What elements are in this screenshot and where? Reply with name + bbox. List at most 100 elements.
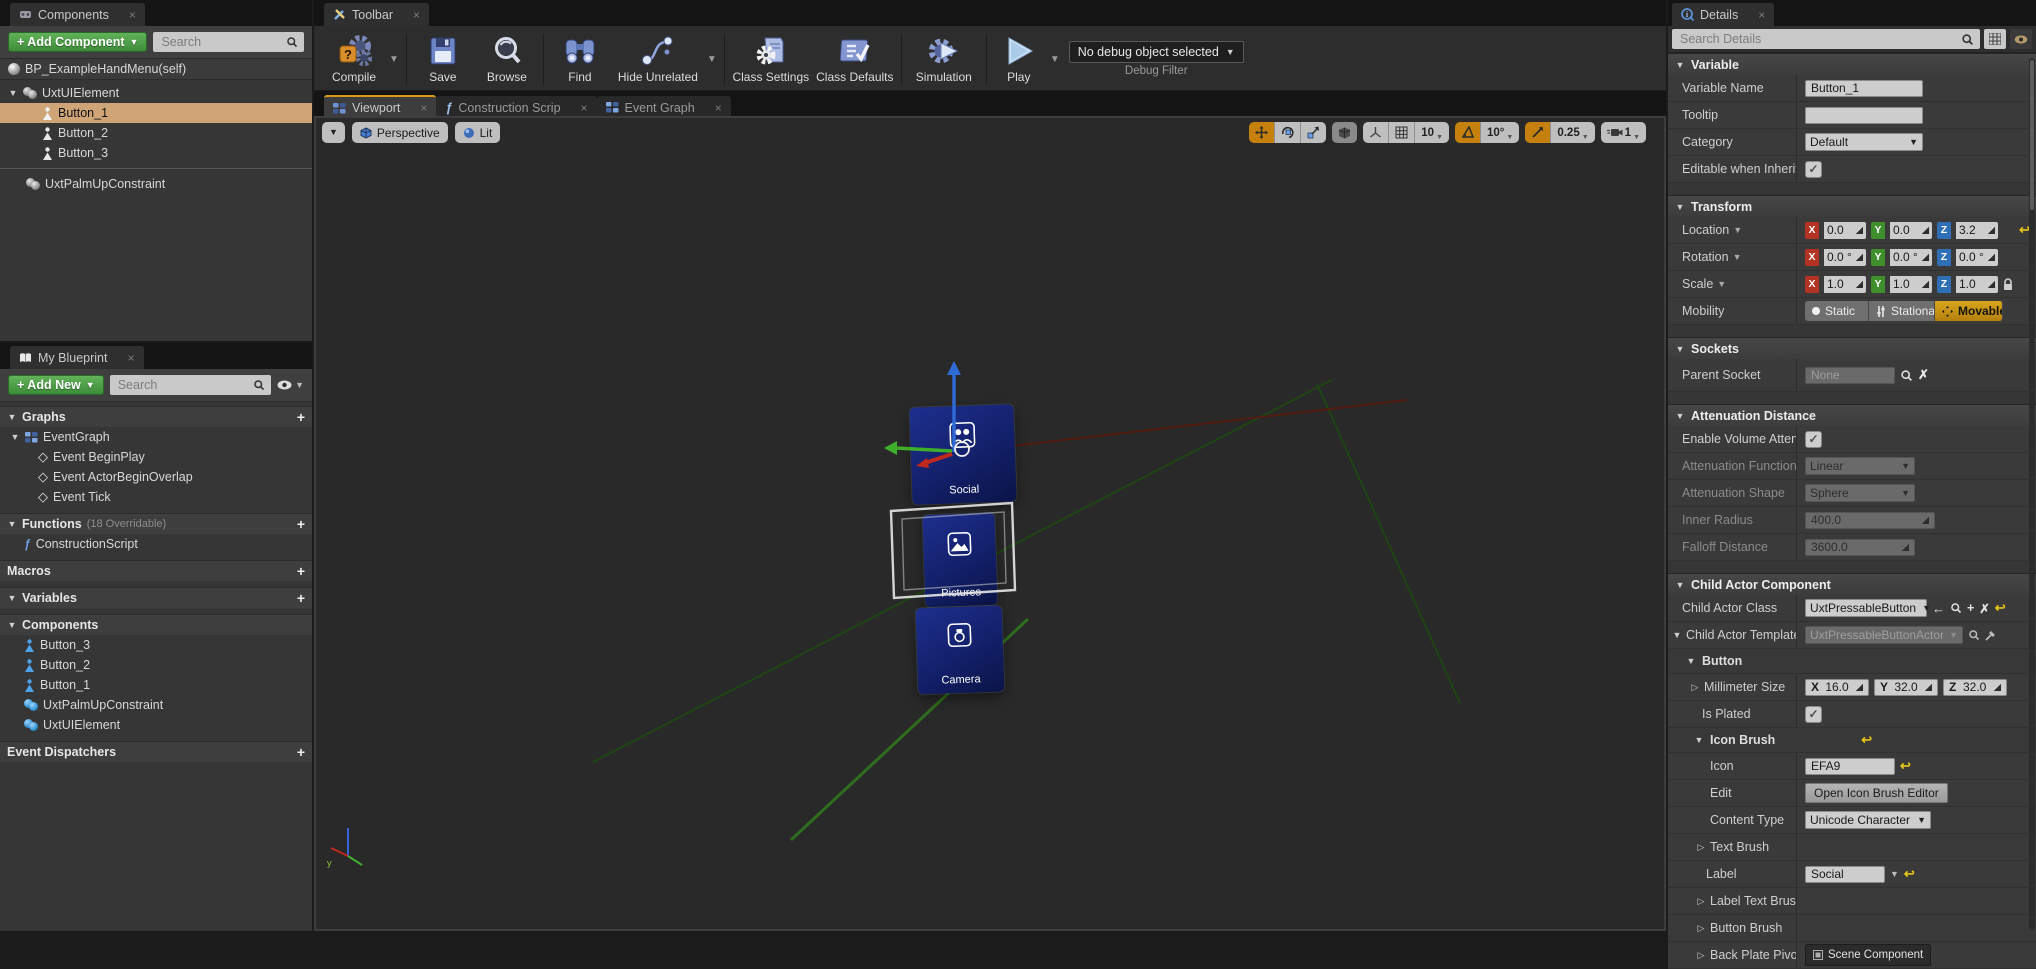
mobility-stationary-button[interactable]: Stationary — [1869, 301, 1935, 321]
tree-item-button3[interactable]: Button_3 — [0, 143, 312, 163]
chevron-down-icon[interactable]: ▼ — [1733, 253, 1742, 262]
mobility-static-button[interactable]: Static — [1805, 301, 1869, 321]
viewport-options-button[interactable]: ▼ — [322, 122, 345, 143]
collapse-arrow-icon[interactable]: ▼ — [10, 432, 20, 442]
drag-handle-icon[interactable] — [1855, 253, 1863, 261]
drag-handle-icon[interactable] — [1987, 253, 1995, 261]
grid-snap-value-button[interactable]: 10 ▼ — [1415, 122, 1449, 143]
close-icon[interactable]: × — [127, 351, 134, 365]
scale-snap-toggle[interactable] — [1525, 122, 1551, 143]
collapse-arrow-icon[interactable]: ▼ — [1672, 630, 1682, 640]
icon-brush-header[interactable]: ▼ Icon Brush ↩ — [1668, 728, 2036, 753]
child-actor-template-dropdown[interactable]: UxtPressableButtonActor-1 ▼ — [1805, 626, 1963, 644]
clear-socket-icon[interactable]: ✗ — [1918, 367, 1929, 383]
root-actor-row[interactable]: BP_ExampleHandMenu(self) — [0, 59, 312, 80]
menu-panel-camera[interactable]: Camera — [916, 606, 1005, 695]
mb-component-row[interactable]: Button_2 — [0, 655, 312, 675]
button-subsection-header[interactable]: ▼ Button — [1668, 649, 2036, 674]
grid-snap-toggle[interactable] — [1389, 122, 1415, 143]
close-icon[interactable]: × — [1758, 8, 1765, 22]
event-beginplay-row[interactable]: ◇ Event BeginPlay — [0, 447, 312, 467]
camera-speed-button[interactable]: 1 ▼ — [1601, 122, 1646, 143]
add-function-icon[interactable]: + — [297, 516, 305, 532]
lit-button[interactable]: Lit — [455, 122, 501, 143]
play-button[interactable]: Play — [991, 28, 1047, 90]
components-search-input[interactable] — [159, 34, 282, 50]
mm-x-field[interactable]: X 16.0 — [1805, 679, 1869, 696]
tree-item-button2[interactable]: Button_2 — [0, 123, 312, 143]
location-y-field[interactable]: 0.0 — [1890, 222, 1932, 239]
attenuation-section-header[interactable]: ▼ Attenuation Distance — [1668, 404, 2036, 426]
tab-my-blueprint[interactable]: My Blueprint × — [10, 346, 144, 369]
reset-label-icon[interactable]: ↩ — [1904, 866, 1915, 882]
display-filter-button[interactable] — [2010, 29, 2032, 49]
add-icon[interactable]: + — [1967, 601, 1974, 615]
child-actor-section-header[interactable]: ▼ Child Actor Component — [1668, 573, 2036, 595]
details-search-input[interactable] — [1678, 31, 1957, 47]
drag-handle-icon[interactable] — [1855, 280, 1863, 288]
expand-arrow-icon[interactable]: ▷ — [1696, 896, 1706, 907]
scale-y-field[interactable]: 1.0 — [1890, 276, 1932, 293]
compile-button[interactable]: ? Compile — [322, 28, 386, 90]
play-options-caret[interactable]: ▼ — [1047, 28, 1063, 90]
close-icon[interactable]: × — [420, 101, 427, 115]
class-settings-button[interactable]: Class Settings — [729, 28, 813, 90]
browse-button[interactable]: Browse — [475, 28, 539, 90]
mb-component-row[interactable]: Button_3 — [0, 635, 312, 655]
event-actorbeginoverlap-row[interactable]: ◇ Event ActorBeginOverlap — [0, 467, 312, 487]
lock-icon[interactable] — [2003, 278, 2013, 291]
close-icon[interactable]: × — [129, 8, 136, 22]
editable-checkbox[interactable]: ✓ — [1805, 161, 1822, 178]
add-graph-icon[interactable]: + — [297, 409, 305, 425]
scale-snap-value-button[interactable]: 0.25 ▼ — [1551, 122, 1594, 143]
my-blueprint-search-input[interactable] — [116, 377, 249, 393]
drag-handle-icon[interactable] — [1921, 226, 1929, 234]
tree-item-uxtuielement[interactable]: ▼ UxtUIElement — [0, 83, 312, 103]
drag-handle-icon[interactable] — [1987, 226, 1995, 234]
viewport-canvas[interactable]: Social Pictures Camera — [314, 116, 1666, 931]
components-section-header[interactable]: ▼ Components — [0, 614, 312, 635]
expand-arrow-icon[interactable]: ▷ — [1696, 923, 1706, 934]
close-icon[interactable]: × — [715, 101, 722, 115]
reset-icon-icon[interactable]: ↩ — [1900, 758, 1911, 774]
mobility-movable-button[interactable]: Movable — [1935, 301, 2003, 321]
falloff-distance-field[interactable]: 3600.0 — [1805, 539, 1915, 556]
icon-input[interactable] — [1805, 758, 1895, 775]
scale-tool-button[interactable] — [1301, 122, 1326, 143]
parent-socket-field[interactable]: None — [1805, 367, 1895, 384]
visibility-filter-button[interactable]: ▼ — [277, 380, 304, 390]
use-selected-icon[interactable]: ← — [1932, 601, 1945, 616]
category-dropdown[interactable]: Default ▼ — [1805, 133, 1923, 151]
close-icon[interactable]: × — [581, 101, 588, 115]
event-dispatchers-header[interactable]: Event Dispatchers + — [0, 741, 312, 762]
chevron-down-icon[interactable]: ▼ — [1717, 280, 1726, 289]
components-search[interactable] — [153, 32, 304, 52]
chevron-down-icon[interactable]: ▼ — [1890, 870, 1899, 879]
add-new-button[interactable]: + Add New ▼ — [8, 375, 104, 395]
scene-component-chip[interactable]: Scene Component — [1805, 944, 1931, 966]
inner-radius-field[interactable]: 400.0 — [1805, 512, 1935, 529]
functions-header[interactable]: ▼ Functions (18 Overridable) + — [0, 513, 312, 534]
tab-details[interactable]: i Details × — [1672, 3, 1774, 26]
simulation-button[interactable]: Simulation — [906, 28, 982, 90]
clear-icon[interactable]: ✗ — [1979, 601, 1989, 616]
constructionscript-row[interactable]: ƒ ConstructionScript — [0, 534, 312, 554]
macros-header[interactable]: Macros + — [0, 560, 312, 581]
add-macro-icon[interactable]: + — [297, 563, 305, 579]
drag-handle-icon[interactable] — [1987, 280, 1995, 288]
attenuation-function-dropdown[interactable]: Linear ▼ — [1805, 457, 1915, 475]
drag-handle-icon[interactable] — [1921, 280, 1929, 288]
variables-header[interactable]: ▼ Variables + — [0, 587, 312, 608]
mm-y-field[interactable]: Y 32.0 — [1874, 679, 1938, 696]
open-icon-brush-editor-button[interactable]: Open Icon Brush Editor — [1805, 783, 1948, 803]
axes-snap-button[interactable] — [1363, 122, 1389, 143]
scale-x-field[interactable]: 1.0 — [1824, 276, 1866, 293]
menu-panel-pictures[interactable]: Pictures — [922, 513, 997, 607]
perspective-button[interactable]: Perspective — [352, 122, 448, 143]
tree-item-button1[interactable]: Button_1 — [0, 103, 312, 123]
move-tool-button[interactable] — [1249, 122, 1275, 143]
eyedropper-icon[interactable] — [1985, 629, 1997, 641]
rotation-snap-toggle[interactable] — [1455, 122, 1481, 143]
sockets-section-header[interactable]: ▼ Sockets — [1668, 337, 2036, 359]
tab-toolbar[interactable]: Toolbar × — [324, 3, 429, 26]
